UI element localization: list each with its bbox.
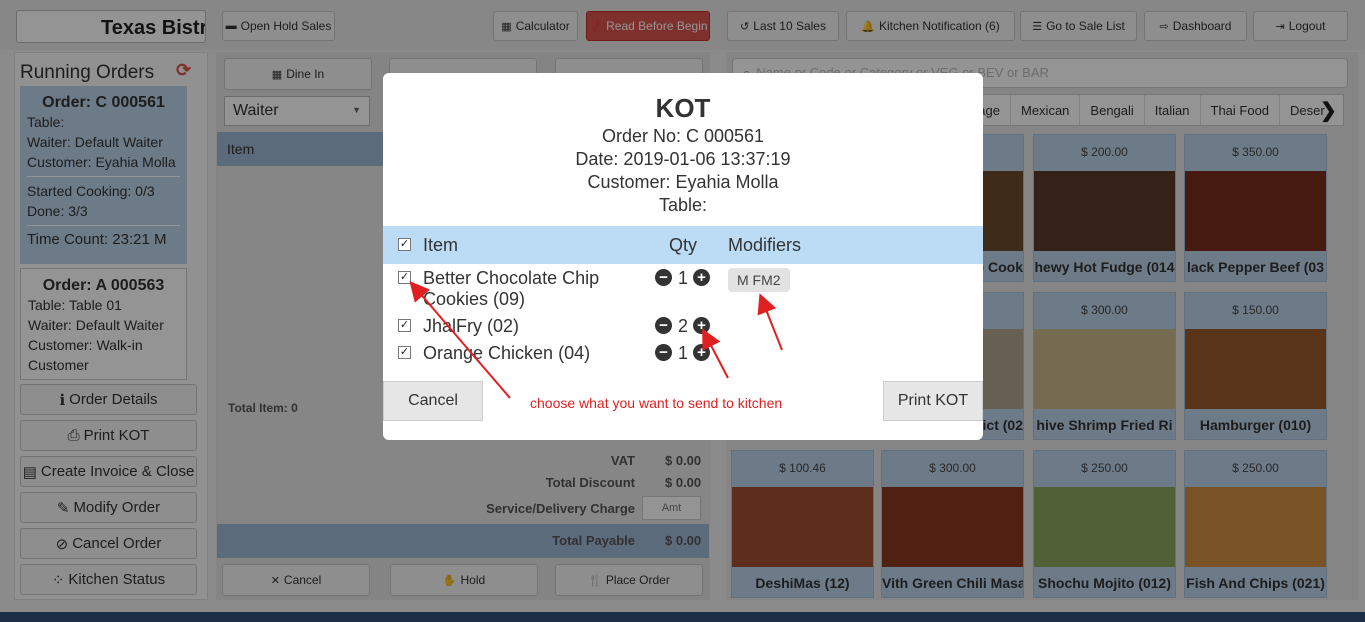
arrow-to-checkbox [409, 280, 511, 399]
arrow-to-modifier [757, 293, 783, 351]
annotation-arrows [409, 280, 783, 399]
arrow-to-plus [702, 328, 729, 379]
